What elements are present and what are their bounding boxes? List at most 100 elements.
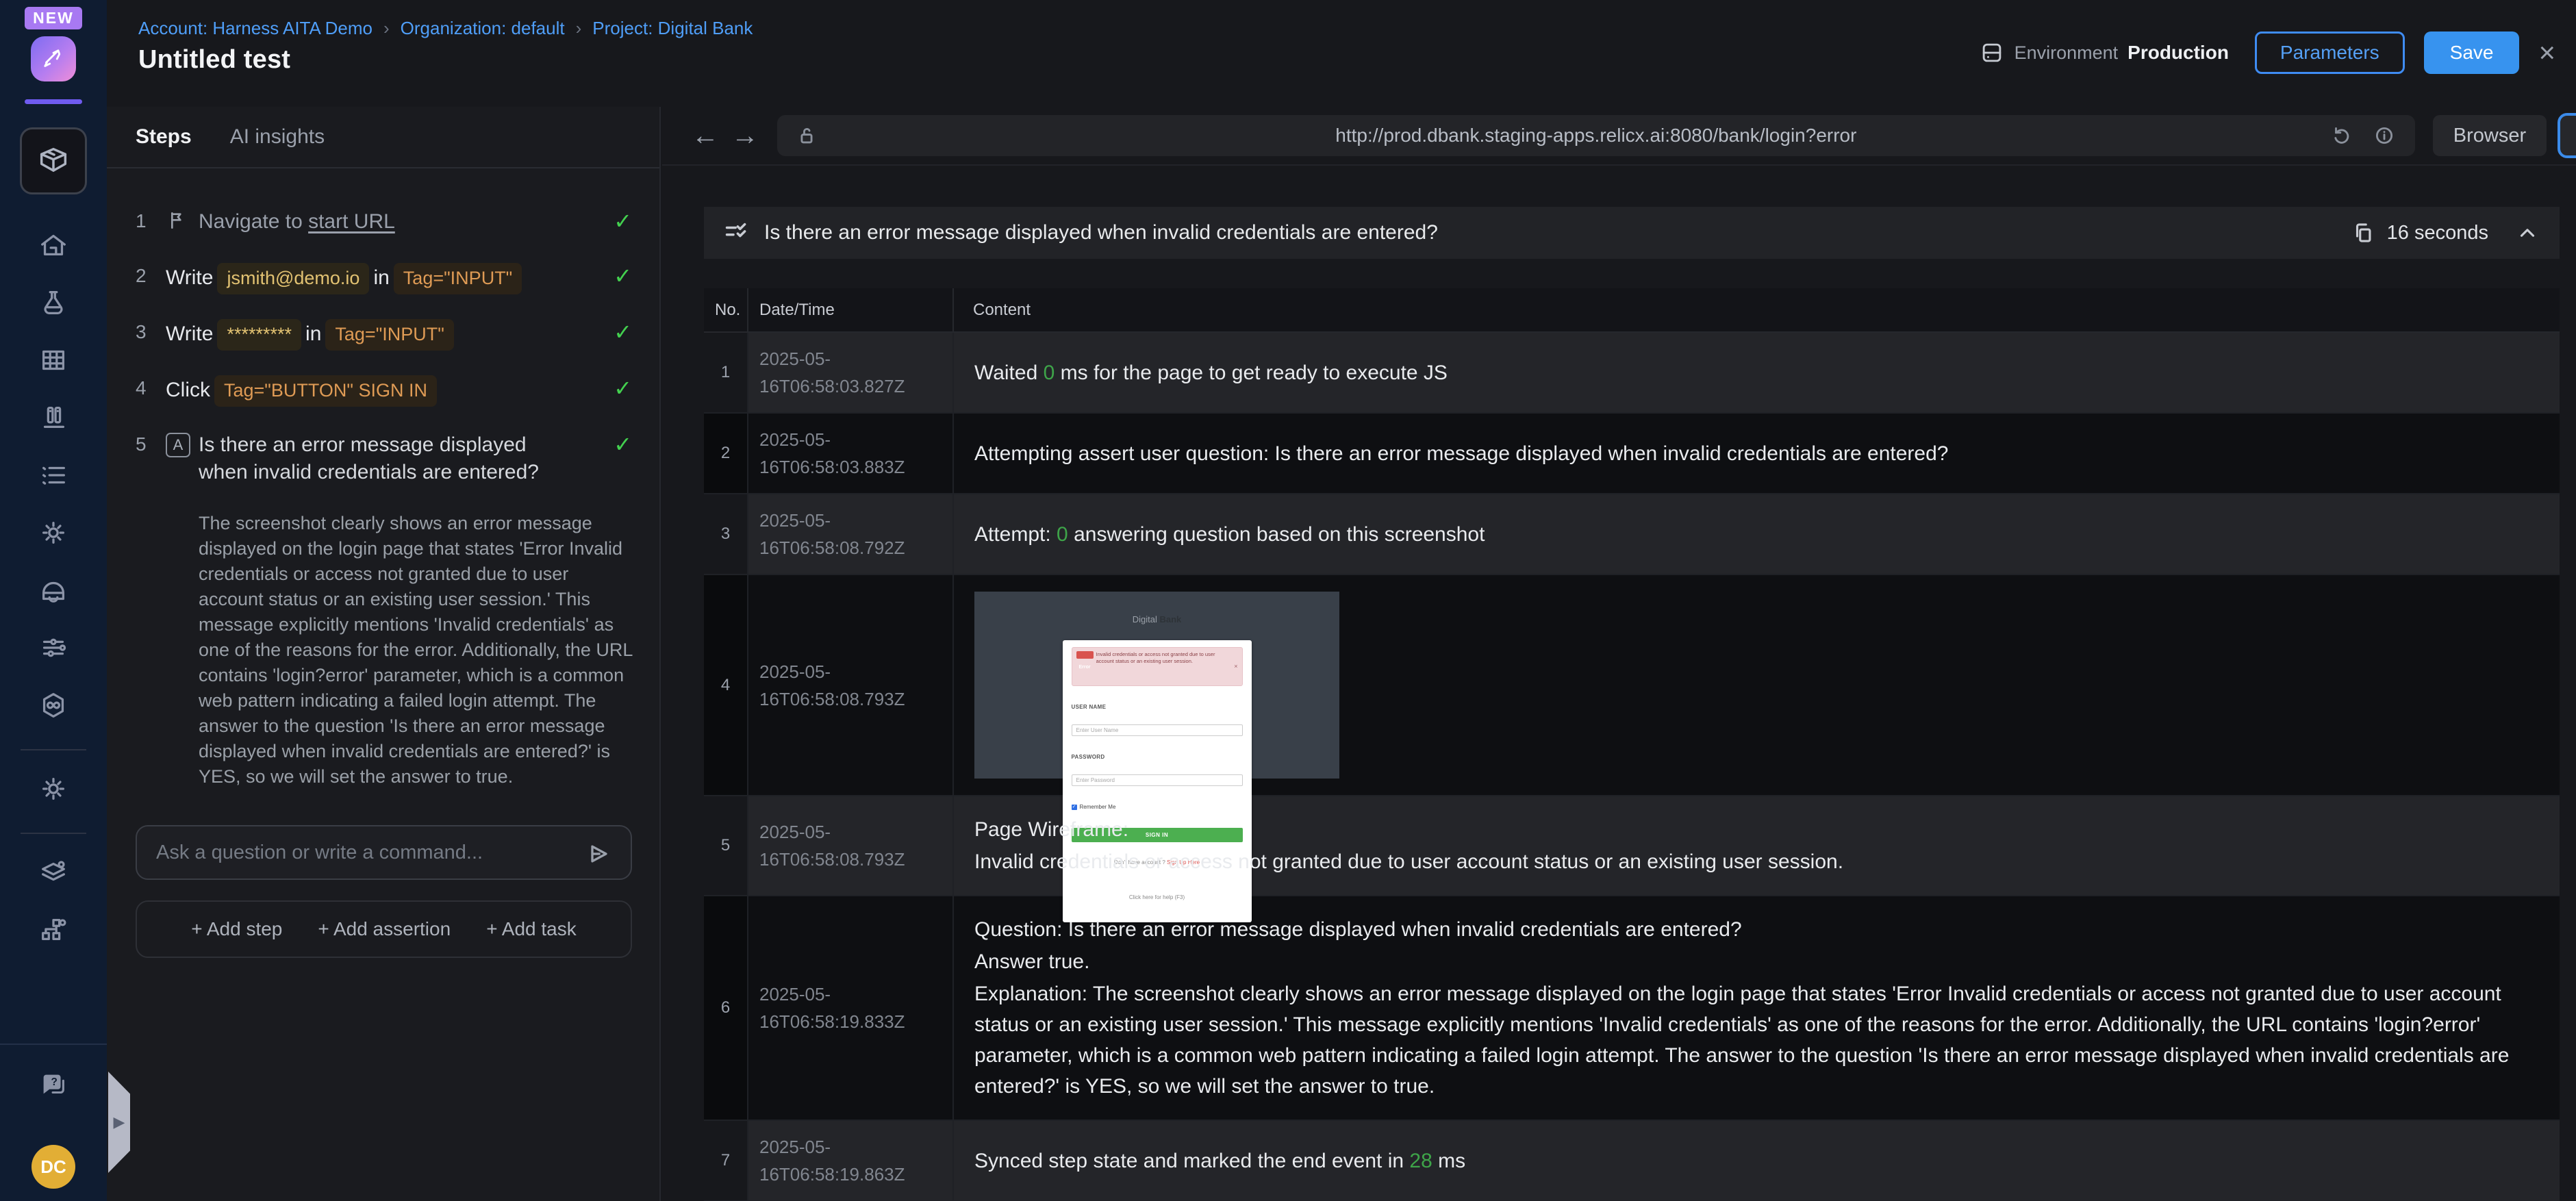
step-action: Write <box>166 266 214 289</box>
step-row-3[interactable]: 3 Write ********* in Tag="INPUT" ✓ <box>136 319 632 351</box>
sliders-icon <box>42 638 66 657</box>
info-icon[interactable] <box>2373 124 2396 147</box>
row-content: Attempting assert user question: Is ther… <box>953 413 2560 494</box>
gear-icon <box>42 777 65 800</box>
flag-icon <box>166 208 199 235</box>
url-text: http://prod.dbank.staging-apps.relicx.ai… <box>1335 125 1857 146</box>
add-step-button[interactable]: + Add step <box>191 918 282 940</box>
step-row-4[interactable]: 4 Click Tag="BUTTON" SIGN IN ✓ <box>136 375 632 407</box>
harness-logo[interactable] <box>31 36 76 81</box>
table-row: 3 2025-05- 16T06:58:08.792Z Attempt: 0 answ… <box>704 494 2560 575</box>
sidebar-item-experiments[interactable] <box>37 286 70 319</box>
home-icon <box>41 234 66 256</box>
breadcrumb-account[interactable]: Account: Harness AITA Demo <box>138 18 372 39</box>
chevron-up-icon[interactable] <box>2516 221 2539 244</box>
package-icon <box>40 147 67 172</box>
thumb-error-badge: Error <box>1076 651 1094 670</box>
log-table: No. Date/Time Content 1 2025-05- 16T06:58:… <box>704 288 2560 1201</box>
step-number: 4 <box>136 377 147 399</box>
table-row: 4 2025-05- 16T06:58:08.793Z Digital Bank E… <box>704 574 2560 922</box>
logs-toggle-button[interactable]: Logs <box>2558 113 2576 158</box>
rail-divider <box>21 833 86 834</box>
add-task-button[interactable]: + Add task <box>486 918 577 940</box>
add-assertion-button[interactable]: + Add assertion <box>318 918 451 940</box>
sidebar-item-home[interactable] <box>37 229 70 262</box>
rail-bottom-divider <box>0 1044 107 1045</box>
sidebar-item-grid[interactable] <box>37 344 70 377</box>
send-icon[interactable] <box>585 840 613 868</box>
thumb-help-text: Click here for help (F3) <box>1128 894 1185 900</box>
steps-panel: Steps AI insights 1 Navigate to start UR… <box>107 107 661 1201</box>
step-number: 2 <box>136 265 147 286</box>
app-window: NEW ? DC Account: Harness AITA Demo › Or… <box>0 0 2576 1201</box>
list-icon <box>42 466 65 485</box>
assertion-header-row[interactable]: Is there an error message displayed when… <box>704 207 2560 259</box>
screenshot-thumbnail[interactable]: Digital Bank Error Invalid credentials o… <box>974 592 1339 922</box>
sidebar-item-pipelines[interactable] <box>37 631 70 664</box>
column-header-datetime: Date/Time <box>748 288 954 333</box>
row-content: Digital Bank Error Invalid credentials o… <box>953 574 2560 922</box>
browser-toggle-button[interactable]: Browser <box>2432 115 2547 156</box>
row-timestamp: 2025-05- 16T06:58:19.833Z <box>748 896 954 1121</box>
parameters-button[interactable]: Parameters <box>2254 31 2405 74</box>
sidebar-item-settings[interactable] <box>37 516 70 549</box>
ask-command-input[interactable] <box>156 841 576 864</box>
sidebar-item-project-settings[interactable] <box>37 772 70 805</box>
sidebar-item-cicd[interactable] <box>37 689 70 722</box>
environment-selector[interactable]: Environment Production <box>1979 40 2229 66</box>
row-content: Question: Is there an error message disp… <box>953 896 2560 1121</box>
tab-steps[interactable]: Steps <box>136 125 192 149</box>
step-number: 5 <box>136 433 147 455</box>
step-connector: in <box>373 266 390 289</box>
help-chat-icon[interactable]: ? <box>37 1068 70 1101</box>
breadcrumb-separator: › <box>575 18 582 38</box>
row-number: 6 <box>704 896 748 1121</box>
step-row-5[interactable]: 5 A Is there an error message displayed … <box>136 431 632 486</box>
step-success-icon: ✓ <box>614 209 632 233</box>
breadcrumb-org[interactable]: Organization: default <box>401 18 565 39</box>
close-icon[interactable]: × <box>2538 38 2555 67</box>
environment-icon <box>1982 43 2001 62</box>
back-icon[interactable]: ← <box>685 121 725 151</box>
sidebar-item-tests-active[interactable] <box>20 127 87 194</box>
user-avatar[interactable]: DC <box>31 1145 75 1189</box>
step-number: 1 <box>136 210 147 231</box>
tab-ai-insights[interactable]: AI insights <box>230 125 325 149</box>
environment-label: Environment <box>2014 42 2119 63</box>
ask-command-box[interactable] <box>136 825 632 880</box>
sidebar-item-incognito[interactable] <box>37 574 70 607</box>
save-button[interactable]: Save <box>2423 31 2520 74</box>
column-header-no: No. <box>704 288 748 333</box>
row-number: 4 <box>704 574 748 796</box>
sidebar-item-runs[interactable] <box>37 459 70 492</box>
columns-icon <box>43 406 65 429</box>
breadcrumb-project[interactable]: Project: Digital Bank <box>592 18 753 39</box>
new-badge: NEW <box>25 7 82 29</box>
row-content: Attempt: 0 answering question based on t… <box>953 494 2560 575</box>
step-row-2[interactable]: 2 Write jsmith@demo.io in Tag="INPUT" ✓ <box>136 263 632 294</box>
svg-text:?: ? <box>51 1076 58 1088</box>
thumb-brand: Digital Bank <box>1132 614 1182 624</box>
sidebar-item-environments[interactable] <box>37 856 70 889</box>
duration-badge: 16 seconds <box>2386 221 2488 244</box>
sidebar-item-suites[interactable] <box>37 401 70 434</box>
step-row-1[interactable]: 1 Navigate to start URL ✓ <box>136 208 632 238</box>
thumb-error-alert: Error Invalid credentials or access not … <box>1071 647 1243 686</box>
step-success-icon: ✓ <box>614 320 632 344</box>
thumb-login-card: Error Invalid credentials or access not … <box>1062 640 1252 922</box>
row-content: Synced step state and marked the end eve… <box>953 1120 2560 1201</box>
copy-icon[interactable] <box>2351 221 2375 244</box>
sidebar-item-infrastructure[interactable] <box>37 913 70 946</box>
row-content: Waited 0 ms for the page to get ready to… <box>953 332 2560 414</box>
step-label: Navigate to <box>199 210 309 233</box>
incognito-icon <box>42 581 65 603</box>
forward-icon[interactable]: → <box>725 121 765 151</box>
step-target-chip: Tag="INPUT" <box>393 263 522 294</box>
steps-tabs: Steps AI insights <box>107 107 659 168</box>
url-bar[interactable]: http://prod.dbank.staging-apps.relicx.ai… <box>777 115 2415 156</box>
table-row: 2 2025-05- 16T06:58:03.883Z Attempting asse… <box>704 413 2560 494</box>
refresh-icon[interactable] <box>2330 124 2353 147</box>
start-url-link[interactable]: start URL <box>308 210 395 233</box>
grid-icon <box>42 350 65 370</box>
step-target-chip: Tag="INPUT" <box>325 319 454 351</box>
